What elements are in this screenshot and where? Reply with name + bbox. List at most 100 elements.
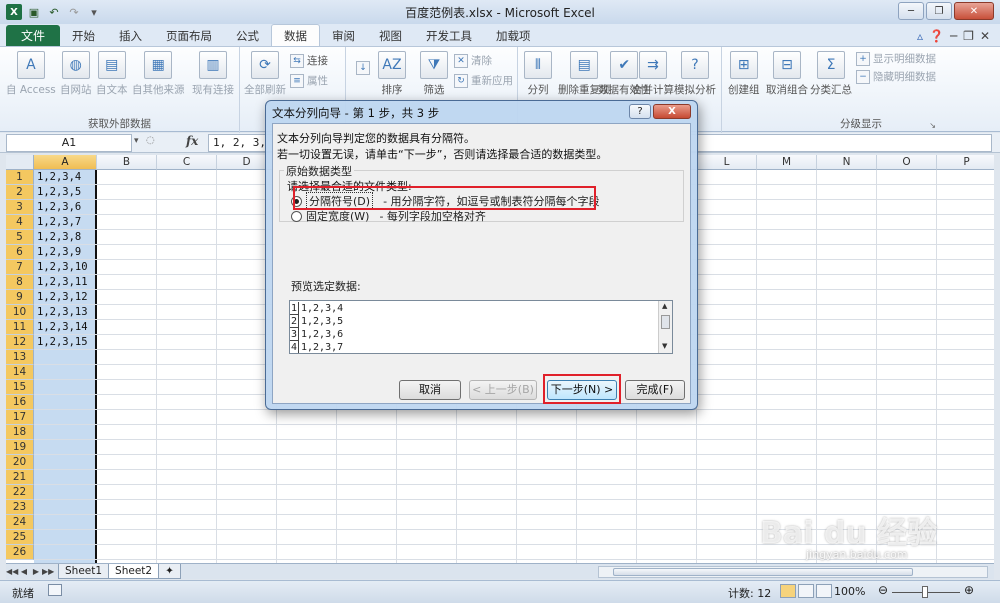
scroll-down-icon[interactable]: ▼	[662, 342, 667, 350]
radio-fixed-width-dot[interactable]	[291, 210, 302, 222]
cell-a9[interactable]: 1,2,3,12	[37, 290, 88, 305]
row-header[interactable]: 25	[6, 530, 34, 545]
text-to-columns-button[interactable]: ⫴ 分列	[524, 51, 552, 97]
tab-addins[interactable]: 加载项	[484, 26, 543, 46]
next-sheet-icon[interactable]: ▶	[30, 567, 42, 576]
page-break-view-button[interactable]	[816, 584, 832, 598]
row-header[interactable]: 26	[6, 545, 34, 560]
close-window-button[interactable]: ✕	[954, 2, 994, 20]
column-header-m[interactable]: M	[757, 155, 817, 170]
from-other-sources-button[interactable]: ▦ 自其他来源	[132, 51, 185, 97]
radio-fixed-width[interactable]: 固定宽度(W) - 每列字段加空格对齐	[291, 208, 486, 224]
sort-button[interactable]: AZ 排序	[378, 51, 406, 97]
workbook-close-icon[interactable]: ✕	[980, 29, 990, 43]
name-box[interactable]: A1	[6, 134, 132, 152]
cell-a8[interactable]: 1,2,3,11	[37, 275, 88, 290]
group-button[interactable]: ⊞ 创建组	[728, 51, 760, 97]
cell-a12[interactable]: 1,2,3,15	[37, 335, 88, 350]
cell-a3[interactable]: 1,2,3,6	[37, 200, 81, 215]
clear-filter-button[interactable]: ✕ 清除	[454, 53, 492, 68]
from-text-button[interactable]: ▤ 自文本	[96, 51, 128, 97]
sheet-tab-sheet1[interactable]: Sheet1	[58, 564, 110, 579]
tab-developer[interactable]: 开发工具	[414, 26, 484, 46]
zoom-slider[interactable]: ⊖ ⊕	[878, 583, 974, 598]
row-header[interactable]: 19	[6, 440, 34, 455]
column-header-p[interactable]: P	[937, 155, 994, 170]
tab-review[interactable]: 审阅	[320, 26, 367, 46]
prev-sheet-icon[interactable]: ◀	[18, 567, 30, 576]
from-web-button[interactable]: ◍ 自网站	[60, 51, 92, 97]
cell-a5[interactable]: 1,2,3,8	[37, 230, 81, 245]
outline-dialog-launcher-icon[interactable]: ↘	[929, 121, 936, 130]
refresh-all-button[interactable]: ⟳ 全部刷新	[244, 51, 286, 97]
column-header-b[interactable]: B	[97, 155, 157, 170]
first-sheet-icon[interactable]: ◀◀	[6, 567, 18, 576]
tab-file[interactable]: 文件	[6, 25, 60, 46]
row-header[interactable]: 6	[6, 245, 34, 260]
zoom-knob[interactable]	[922, 586, 928, 598]
show-detail-button[interactable]: + 显示明细数据	[856, 51, 936, 66]
row-header[interactable]: 9	[6, 290, 34, 305]
scroll-up-icon[interactable]: ▲	[662, 302, 667, 310]
excel-app-icon[interactable]: X	[6, 4, 22, 20]
column-header-n[interactable]: N	[817, 155, 877, 170]
cell-a4[interactable]: 1,2,3,7	[37, 215, 81, 230]
cell-a10[interactable]: 1,2,3,13	[37, 305, 88, 320]
row-header[interactable]: 4	[6, 215, 34, 230]
row-header[interactable]: 20	[6, 455, 34, 470]
tab-insert[interactable]: 插入	[107, 26, 154, 46]
row-header[interactable]: 15	[6, 380, 34, 395]
zoom-level[interactable]: 100%	[834, 585, 865, 598]
properties-button[interactable]: ≡ 属性	[290, 73, 328, 88]
zoom-in-icon[interactable]: ⊕	[964, 583, 974, 597]
cell-a2[interactable]: 1,2,3,5	[37, 185, 81, 200]
zoom-out-icon[interactable]: ⊖	[878, 583, 888, 597]
customize-qat-icon[interactable]: ▾	[86, 4, 102, 20]
row-header[interactable]: 21	[6, 470, 34, 485]
name-box-dropdown-icon[interactable]: ▾	[134, 136, 139, 146]
column-header-a[interactable]: A	[34, 155, 97, 170]
cell-a1[interactable]: 1,2,3,4	[37, 170, 81, 185]
horizontal-scrollbar[interactable]	[598, 566, 988, 578]
formula-bar-expand-icon[interactable]: ◌	[146, 135, 155, 146]
cell-a6[interactable]: 1,2,3,9	[37, 245, 81, 260]
row-header[interactable]: 11	[6, 320, 34, 335]
reapply-button[interactable]: ↻ 重新应用	[454, 73, 513, 88]
tab-data[interactable]: 数据	[271, 24, 320, 46]
row-header[interactable]: 2	[6, 185, 34, 200]
row-header[interactable]: 17	[6, 410, 34, 425]
dialog-close-button[interactable]: X	[653, 104, 691, 119]
collapse-ribbon-icon[interactable]: ▵	[917, 29, 923, 43]
row-header[interactable]: 16	[6, 395, 34, 410]
preview-scroll-thumb[interactable]	[661, 315, 670, 329]
page-layout-view-button[interactable]	[798, 584, 814, 598]
column-header-l[interactable]: L	[697, 155, 757, 170]
workbook-minimize-icon[interactable]: ─	[950, 29, 957, 43]
normal-view-button[interactable]	[780, 584, 796, 598]
row-header[interactable]: 3	[6, 200, 34, 215]
row-header[interactable]: 10	[6, 305, 34, 320]
tab-view[interactable]: 视图	[367, 26, 414, 46]
redo-icon[interactable]: ↷	[66, 4, 82, 20]
from-access-button[interactable]: A 自 Access	[6, 51, 56, 97]
row-header[interactable]: 8	[6, 275, 34, 290]
tab-home[interactable]: 开始	[60, 26, 107, 46]
horizontal-scroll-thumb[interactable]	[613, 568, 913, 576]
sheet-tab-sheet2[interactable]: Sheet2	[108, 564, 160, 579]
what-if-analysis-button[interactable]: ? 模拟分析	[674, 51, 716, 97]
dialog-help-button[interactable]: ?	[629, 104, 651, 119]
undo-icon[interactable]: ↶	[46, 4, 62, 20]
row-header[interactable]: 13	[6, 350, 34, 365]
row-header[interactable]: 24	[6, 515, 34, 530]
column-header-c[interactable]: C	[157, 155, 217, 170]
save-icon[interactable]: ▣	[26, 4, 42, 20]
macro-record-icon[interactable]	[48, 584, 62, 596]
cancel-button[interactable]: 取消	[399, 380, 461, 400]
row-header[interactable]: 18	[6, 425, 34, 440]
minimize-button[interactable]: ─	[898, 2, 924, 20]
ungroup-button[interactable]: ⊟ 取消组合	[766, 51, 808, 97]
help-icon[interactable]: ❓	[929, 29, 944, 43]
row-header[interactable]: 5	[6, 230, 34, 245]
row-header[interactable]: 12	[6, 335, 34, 350]
cell-a7[interactable]: 1,2,3,10	[37, 260, 88, 275]
